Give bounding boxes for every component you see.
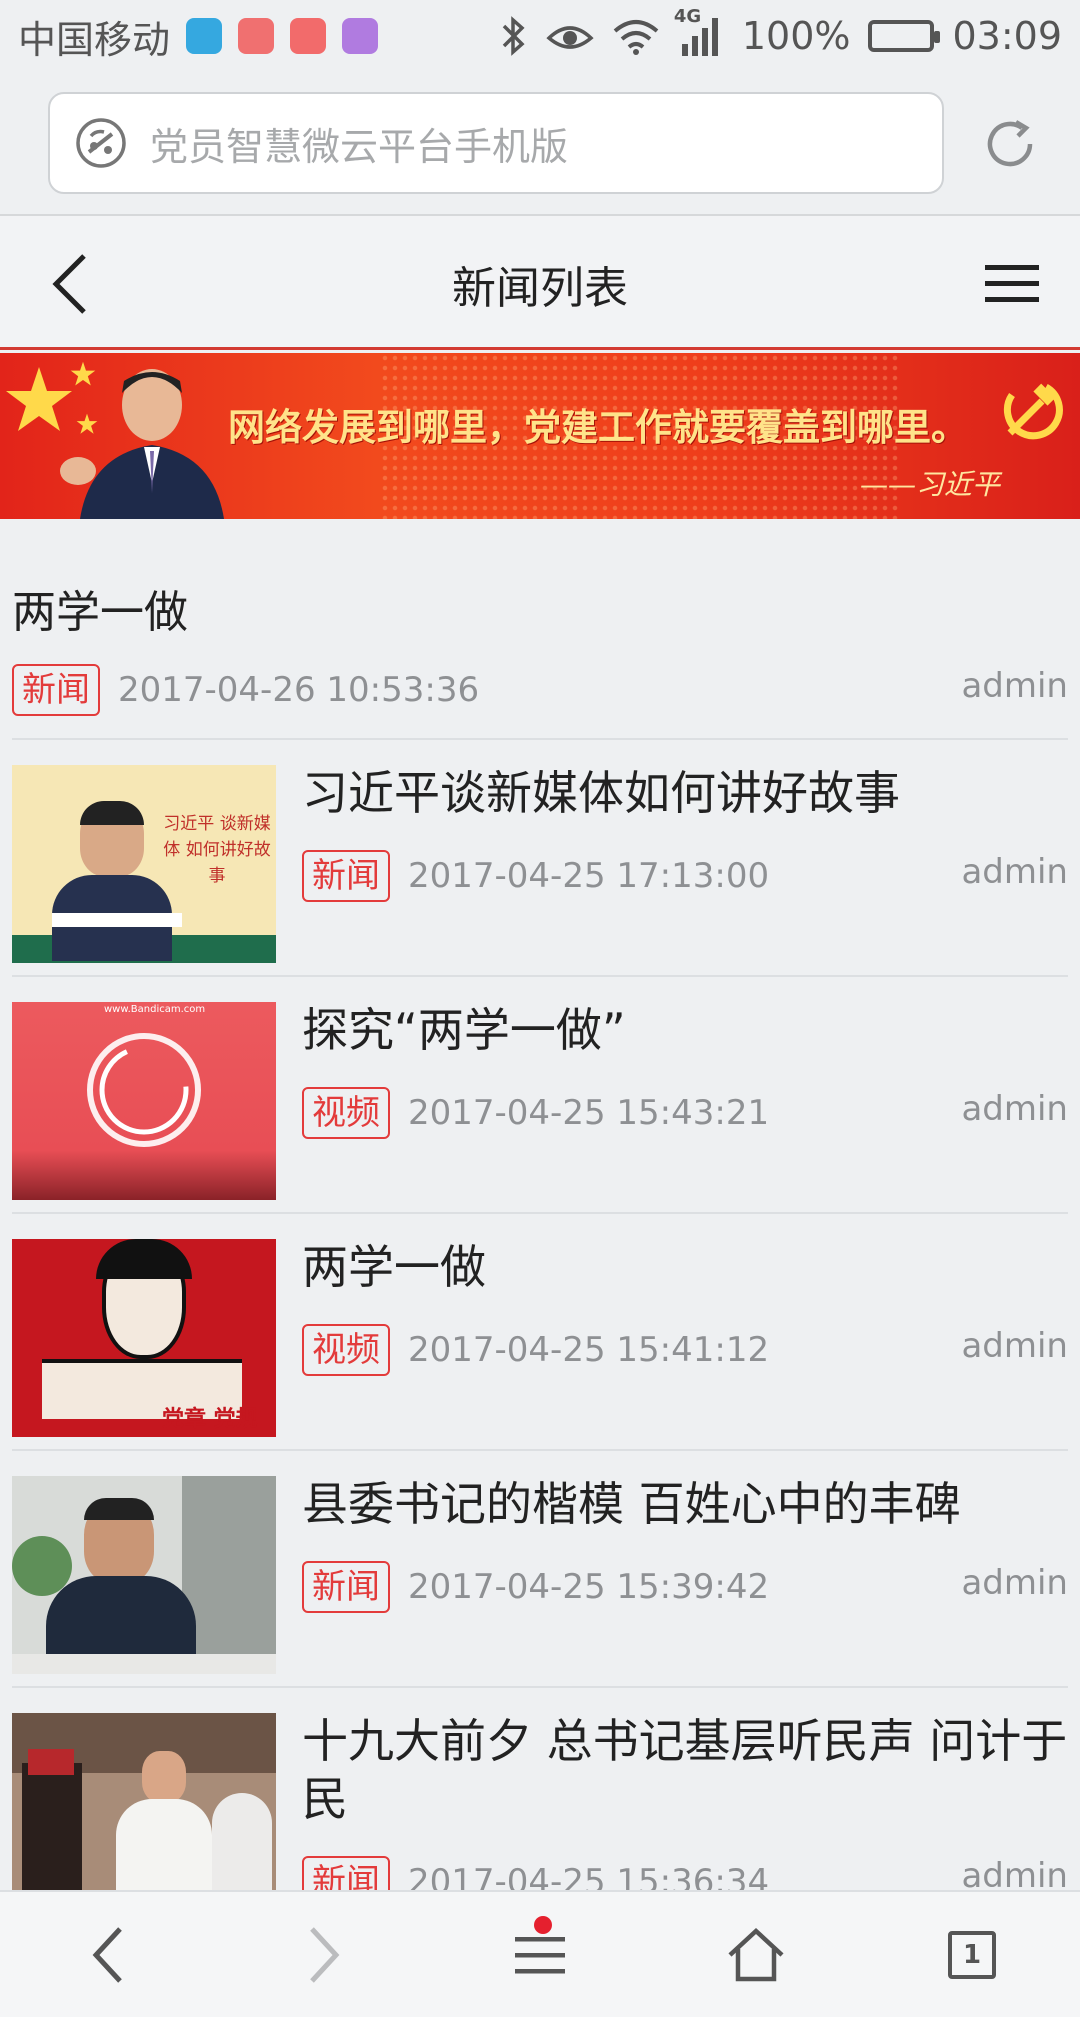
news-author: admin bbox=[961, 1326, 1068, 1366]
news-date: 2017-04-25 15:39:42 bbox=[408, 1567, 770, 1607]
hamburger-icon bbox=[985, 265, 1039, 302]
banner-attribution: ——习近平 bbox=[859, 468, 1000, 501]
battery-icon bbox=[868, 20, 941, 52]
news-date: 2017-04-25 15:43:21 bbox=[408, 1093, 770, 1133]
news-author: admin bbox=[961, 1089, 1068, 1129]
menu-button[interactable] bbox=[972, 248, 1052, 318]
category-tag: 新闻 bbox=[302, 850, 390, 902]
news-thumbnail bbox=[12, 1476, 276, 1674]
category-tag: 新闻 bbox=[302, 1561, 390, 1613]
loading-spinner-icon bbox=[87, 1033, 201, 1147]
browser-home-button[interactable] bbox=[648, 1892, 864, 2017]
news-thumbnail: 习近平 谈新媒体 如何讲好故事 bbox=[12, 765, 276, 963]
carrier-name: 中国移动 bbox=[18, 17, 171, 62]
browser-address-bar: 党员智慧微云平台手机版 bbox=[0, 72, 1080, 216]
hammer-sickle-icon bbox=[1003, 383, 1063, 440]
news-item[interactable]: 两学一做 新闻 2017-04-26 10:53:36 admin bbox=[12, 560, 1068, 740]
top-banner: 网络发展到哪里，党建工作就要覆盖到哪里。 ——习近平 bbox=[0, 353, 1080, 519]
news-item[interactable]: www.Bandicam.com 探究“两学一做” 视频 2017-04-25 … bbox=[12, 977, 1068, 1214]
mail-app-icon bbox=[238, 18, 275, 54]
wifi-icon bbox=[613, 20, 659, 55]
news-item[interactable]: 县委书记的楷模 百姓心中的丰碑 新闻 2017-04-25 15:39:42 a… bbox=[12, 1451, 1068, 1688]
chevron-right-icon bbox=[310, 1926, 340, 1983]
news-list: 两学一做 新闻 2017-04-26 10:53:36 admin 习近平 谈新… bbox=[0, 560, 1080, 1948]
browser-forward-button[interactable] bbox=[216, 1892, 432, 2017]
news-title: 习近平谈新媒体如何讲好故事 bbox=[302, 766, 900, 820]
keyboard-app-icon bbox=[342, 18, 379, 54]
category-tag: 新闻 bbox=[12, 664, 100, 716]
site-logo-icon bbox=[76, 118, 126, 168]
page-header: 新闻列表 bbox=[0, 216, 1080, 350]
status-bar: 中国移动 4G 100% 03:09 bbox=[0, 0, 1080, 72]
tabs-count: 1 bbox=[962, 1939, 982, 1970]
news-item[interactable]: 党章 党规 两学一做 视频 2017-04-25 15:41:12 admin bbox=[12, 1214, 1068, 1451]
bluetooth-icon bbox=[502, 16, 525, 56]
news-item[interactable]: 习近平 谈新媒体 如何讲好故事 习近平谈新媒体如何讲好故事 新闻 2017-04… bbox=[12, 740, 1068, 977]
browser-menu-button[interactable] bbox=[432, 1892, 648, 2017]
news-title: 两学一做 bbox=[302, 1240, 486, 1294]
home-icon bbox=[728, 1927, 784, 1981]
reload-icon[interactable] bbox=[980, 114, 1044, 178]
url-text: 党员智慧微云平台手机版 bbox=[150, 124, 569, 169]
category-tag: 视频 bbox=[302, 1087, 390, 1139]
browser-tabs-button[interactable]: 1 bbox=[864, 1892, 1080, 2017]
hamburger-icon bbox=[515, 1936, 565, 1973]
health-app-icon bbox=[186, 18, 223, 54]
url-field[interactable]: 党员智慧微云平台手机版 bbox=[48, 92, 944, 194]
news-author: admin bbox=[961, 666, 1068, 706]
news-title: 县委书记的楷模 百姓心中的丰碑 bbox=[302, 1477, 961, 1531]
news-date: 2017-04-25 15:41:12 bbox=[408, 1330, 770, 1370]
thumb-caption: 党章 党规 bbox=[162, 1407, 258, 1432]
news-author: admin bbox=[961, 1563, 1068, 1603]
thumb-caption: www.Bandicam.com bbox=[104, 1004, 206, 1015]
signal-icon: 4G bbox=[674, 6, 724, 58]
page-title: 新闻列表 bbox=[452, 263, 628, 314]
banner-slogan: 网络发展到哪里，党建工作就要覆盖到哪里。 bbox=[228, 405, 968, 449]
chevron-left-icon bbox=[92, 1926, 122, 1983]
news-author: admin bbox=[961, 852, 1068, 892]
category-tag: 视频 bbox=[302, 1324, 390, 1376]
news-date: 2017-04-26 10:53:36 bbox=[118, 670, 480, 710]
news-thumbnail: 党章 党规 bbox=[12, 1239, 276, 1437]
news-title: 两学一做 bbox=[12, 587, 188, 638]
news-title: 十九大前夕 总书记基层听民声 问计于民 bbox=[302, 1714, 1068, 1826]
clock: 03:09 bbox=[952, 14, 1062, 58]
news-date: 2017-04-25 17:13:00 bbox=[408, 856, 770, 896]
leader-portrait bbox=[60, 369, 224, 519]
notification-dot bbox=[534, 1916, 552, 1934]
browser-bottom-nav: 1 bbox=[0, 1890, 1080, 2017]
tabs-icon: 1 bbox=[948, 1930, 996, 1979]
thumb-caption: 习近平 谈新媒体 如何讲好故事 bbox=[163, 814, 271, 886]
news-thumbnail: www.Bandicam.com bbox=[12, 1002, 276, 1200]
browser-back-button[interactable] bbox=[0, 1892, 216, 2017]
tool-app-icon bbox=[290, 18, 327, 54]
eye-comfort-icon bbox=[546, 26, 594, 49]
news-title: 探究“两学一做” bbox=[302, 1003, 626, 1057]
battery-percent: 100% bbox=[741, 14, 851, 58]
